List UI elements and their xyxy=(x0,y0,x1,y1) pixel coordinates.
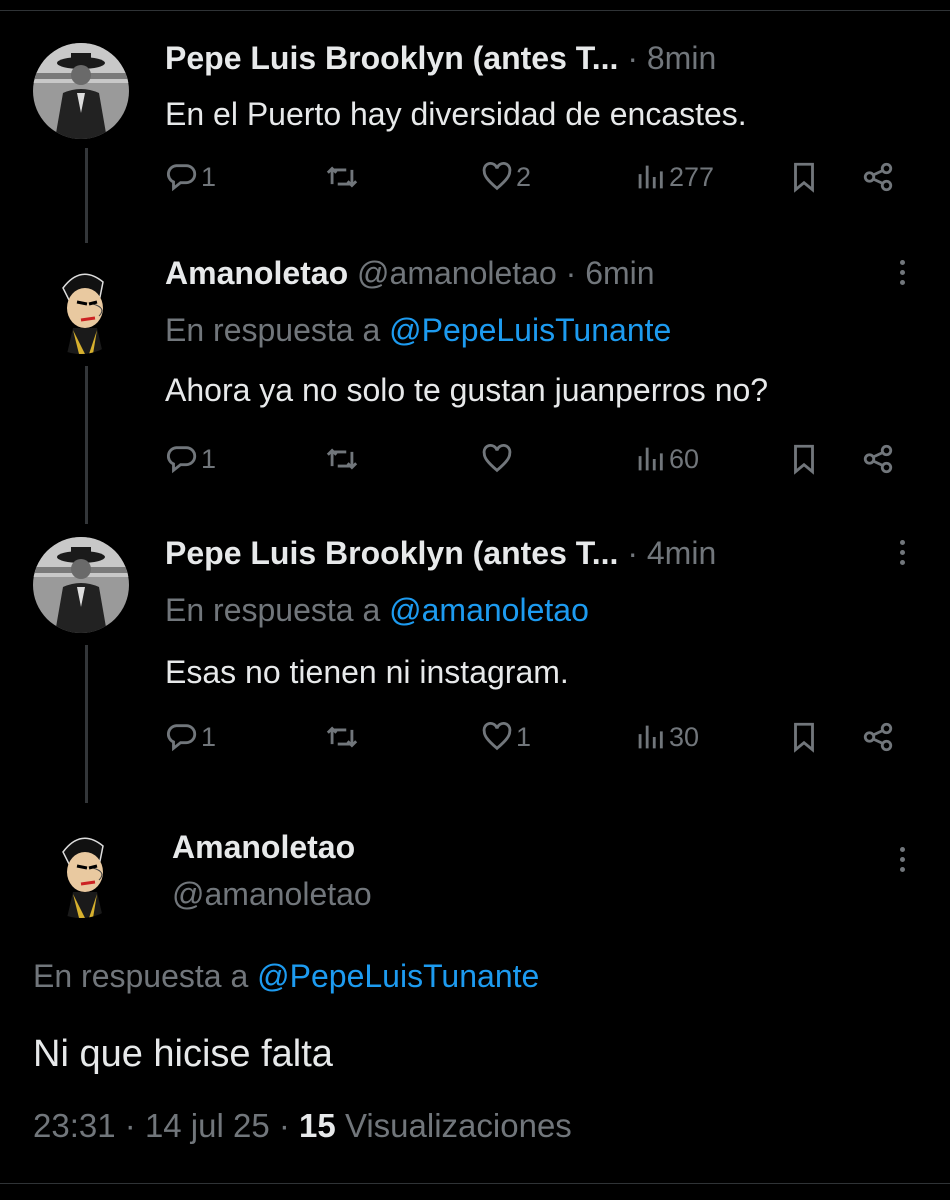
tweet-header: Pepe Luis Brooklyn (antes T... · 4min xyxy=(165,533,880,573)
bottom-divider xyxy=(0,1183,950,1184)
bookmark-icon xyxy=(794,722,814,753)
author-handle[interactable]: @amanoletao xyxy=(357,255,557,291)
reply-button[interactable]: 1 xyxy=(165,160,216,194)
main-tweet-text: Ni que hicise falta xyxy=(33,1033,333,1075)
reply-context: En respuesta a @PepeLuisTunante xyxy=(33,956,539,996)
reply-count: 1 xyxy=(201,443,217,474)
main-author-name[interactable]: Amanoletao xyxy=(172,827,880,867)
avatar[interactable] xyxy=(33,822,129,918)
timestamp[interactable]: · 6min xyxy=(566,255,655,291)
retweet-icon xyxy=(326,726,358,748)
views-count: 30 xyxy=(669,721,700,752)
bookmark-button[interactable] xyxy=(787,720,821,754)
retweet-icon xyxy=(326,166,358,188)
like-count: 2 xyxy=(516,161,532,192)
views-count: 277 xyxy=(669,161,715,192)
reply-icon xyxy=(166,164,197,192)
tweet-header: Amanoletao @amanoletao · 6min xyxy=(165,253,880,293)
share-button[interactable] xyxy=(861,160,895,194)
like-count: 1 xyxy=(516,721,532,752)
share-button[interactable] xyxy=(861,442,895,476)
more-icon[interactable] xyxy=(898,847,908,877)
share-icon xyxy=(863,444,893,474)
timestamp[interactable]: · 8min xyxy=(627,40,716,76)
views-count: 15 xyxy=(299,1107,336,1144)
reply-icon xyxy=(166,724,197,752)
reply-to-link[interactable]: @PepeLuisTunante xyxy=(257,958,539,994)
reply-button[interactable]: 1 xyxy=(165,720,216,754)
tweet-text: Ahora ya no solo te gustan juanperros no… xyxy=(165,372,769,408)
reply-context: En respuesta a @PepeLuisTunante xyxy=(165,310,671,350)
main-author-handle[interactable]: @amanoletao xyxy=(172,874,880,914)
like-button[interactable]: 2 xyxy=(480,160,531,194)
avatar[interactable] xyxy=(33,43,129,139)
like-icon xyxy=(482,722,512,751)
views-count: 60 xyxy=(669,443,700,474)
more-icon[interactable] xyxy=(898,260,908,290)
bookmark-button[interactable] xyxy=(787,160,821,194)
avatar[interactable] xyxy=(33,258,129,354)
like-icon xyxy=(482,162,512,191)
retweet-icon xyxy=(326,448,358,470)
more-icon[interactable] xyxy=(898,540,908,570)
author-name[interactable]: Pepe Luis Brooklyn (antes T... xyxy=(165,40,618,76)
reply-context: En respuesta a @amanoletao xyxy=(165,590,589,630)
tweet-meta: 23:31 · 14 jul 25 · 15 Visualizaciones xyxy=(33,1106,572,1146)
author-name[interactable]: Pepe Luis Brooklyn (antes T... xyxy=(165,535,618,571)
views-icon xyxy=(638,165,663,189)
bookmark-icon xyxy=(794,162,814,193)
reply-prefix: En respuesta a xyxy=(165,592,381,628)
tweet-actions: 1 60 xyxy=(165,442,905,486)
retweet-button[interactable] xyxy=(325,442,359,476)
author-name[interactable]: Amanoletao xyxy=(165,255,348,291)
tweet-header: Pepe Luis Brooklyn (antes T... · 8min xyxy=(165,38,880,78)
reply-to-link[interactable]: @amanoletao xyxy=(389,592,589,628)
top-divider xyxy=(0,10,950,11)
views-button[interactable]: 60 xyxy=(633,442,699,476)
thread-line xyxy=(85,148,88,243)
reply-to-link[interactable]: @PepeLuisTunante xyxy=(389,312,671,348)
retweet-button[interactable] xyxy=(325,720,359,754)
reply-icon xyxy=(166,446,197,474)
tweet-actions: 1 1 30 xyxy=(165,720,905,764)
share-button[interactable] xyxy=(861,720,895,754)
views-label: Visualizaciones xyxy=(344,1107,572,1144)
reply-prefix: En respuesta a xyxy=(165,312,381,348)
timestamp[interactable]: · 4min xyxy=(627,535,716,571)
reply-button[interactable]: 1 xyxy=(165,442,216,476)
like-button[interactable] xyxy=(480,442,514,476)
thread-line xyxy=(85,645,88,803)
bookmark-button[interactable] xyxy=(787,442,821,476)
separator: · xyxy=(124,1107,136,1144)
tweet-time[interactable]: 23:31 xyxy=(33,1107,116,1144)
bookmark-icon xyxy=(794,444,814,475)
reply-count: 1 xyxy=(201,721,217,752)
share-icon xyxy=(863,162,893,192)
views-icon xyxy=(638,447,663,471)
like-button[interactable]: 1 xyxy=(480,720,531,754)
tweet-text: Esas no tienen ni instagram. xyxy=(165,654,569,690)
tweet-text: En el Puerto hay diversidad de encastes. xyxy=(165,96,747,132)
views-icon xyxy=(638,725,663,749)
retweet-button[interactable] xyxy=(325,160,359,194)
avatar[interactable] xyxy=(33,537,129,633)
separator: · xyxy=(278,1107,290,1144)
reply-prefix: En respuesta a xyxy=(33,958,249,994)
reply-count: 1 xyxy=(201,161,217,192)
thread-line xyxy=(85,366,88,524)
tweet-actions: 1 2 277 xyxy=(165,160,905,204)
views-button[interactable]: 30 xyxy=(633,720,699,754)
tweet-date[interactable]: 14 jul 25 xyxy=(145,1107,270,1144)
share-icon xyxy=(863,722,893,752)
like-icon xyxy=(482,444,512,473)
views-button[interactable]: 277 xyxy=(633,160,714,194)
